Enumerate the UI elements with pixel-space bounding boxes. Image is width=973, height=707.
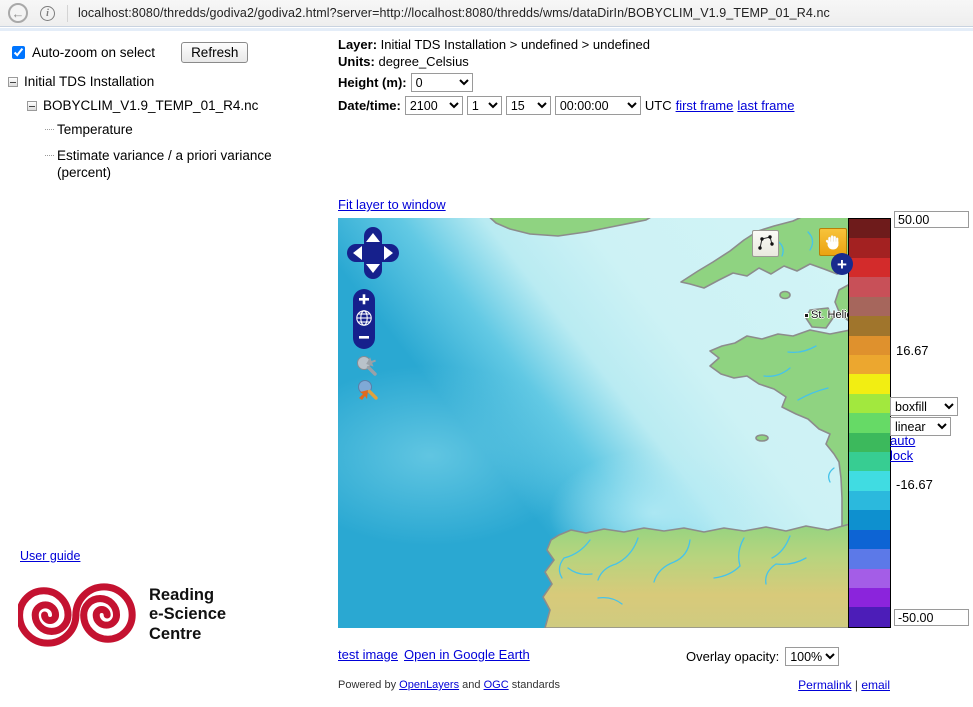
refresh-button[interactable]: Refresh <box>181 42 248 63</box>
colorbar-band <box>849 607 890 626</box>
scale-lower-label: -16.67 <box>896 477 933 492</box>
year-select[interactable]: 2100 <box>405 96 463 115</box>
day-select[interactable]: 15 <box>506 96 551 115</box>
colorbar-band <box>849 258 890 277</box>
colorbar-band <box>849 238 890 257</box>
polygon-draw-icon <box>755 233 776 254</box>
openlayers-link[interactable]: OpenLayers <box>399 679 459 691</box>
layer-info-panel: Layer: Initial TDS Installation > undefi… <box>338 37 794 117</box>
units-value: degree_Celsius <box>378 54 468 69</box>
email-link[interactable]: email <box>861 678 890 692</box>
colorbar-band <box>849 491 890 510</box>
ogc-link[interactable]: OGC <box>484 679 509 691</box>
tree-leaf-variance[interactable]: Estimate variance / a priori variance (p… <box>57 147 302 182</box>
month-select[interactable]: 1 <box>467 96 502 115</box>
colorbar-band <box>849 588 890 607</box>
colorbar-band <box>849 394 890 413</box>
resc-logo: Reading e-Science Centre <box>18 583 226 647</box>
colorbar-band <box>849 413 890 432</box>
collapse-icon[interactable] <box>8 77 18 87</box>
browser-toolbar: ← i localhost:8080/thredds/godiva2/godiv… <box>0 0 973 27</box>
palette-style-select[interactable]: boxfill <box>890 397 958 416</box>
hand-icon <box>823 232 843 252</box>
layer-label: Layer: <box>338 37 377 52</box>
colorbar-band <box>849 510 890 529</box>
place-label-st-helier: St. Helier <box>804 309 848 321</box>
permalink-row: Permalink | email <box>798 678 890 692</box>
toolbar-accent-strip <box>0 28 973 31</box>
colorbar-band <box>849 569 890 588</box>
utc-label: UTC <box>645 98 672 113</box>
map-viewport[interactable]: St. Helier <box>338 218 848 628</box>
test-image-link[interactable]: test image <box>338 647 398 662</box>
zoom-history-back-icon[interactable] <box>355 379 379 401</box>
colorbar-band <box>849 336 890 355</box>
height-select[interactable]: 0 <box>411 73 473 92</box>
open-google-earth-link[interactable]: Open in Google Earth <box>404 647 530 662</box>
colorbar-band <box>849 549 890 568</box>
colorbar-band <box>849 219 890 238</box>
autozoom-checkbox[interactable] <box>12 46 25 59</box>
colorbar-band <box>849 452 890 471</box>
zoom-control-icon[interactable] <box>352 288 376 350</box>
map-land-layer <box>338 218 848 628</box>
opacity-label: Overlay opacity: <box>686 649 779 664</box>
colorbar[interactable] <box>848 218 891 628</box>
permalink-link[interactable]: Permalink <box>798 678 851 692</box>
first-frame-link[interactable]: first frame <box>676 98 734 113</box>
tree-leaf-temperature[interactable]: Temperature <box>57 121 302 139</box>
scale-max-input[interactable] <box>894 211 969 228</box>
height-label: Height (m): <box>338 75 407 90</box>
resc-logo-text: Reading e-Science Centre <box>149 586 226 644</box>
dataset-tree: Initial TDS Installation BOBYCLIM_V1.9_T… <box>8 74 302 182</box>
zoom-history-forward-icon[interactable] <box>355 354 379 376</box>
colorbar-band <box>849 433 890 452</box>
last-frame-link[interactable]: last frame <box>737 98 794 113</box>
toolbar-divider <box>67 5 68 22</box>
opacity-select[interactable]: 100% <box>785 647 839 666</box>
layer-value: Initial TDS Installation > undefined > u… <box>381 37 650 52</box>
resc-spiral-icon <box>18 583 140 647</box>
colorbar-band <box>849 471 890 490</box>
auto-scale-link[interactable]: auto <box>890 433 915 448</box>
tree-dataset-label: BOBYCLIM_V1.9_TEMP_01_R4.nc <box>43 98 258 113</box>
fit-layer-link[interactable]: Fit layer to window <box>338 197 446 212</box>
colorbar-band <box>849 277 890 296</box>
page: ← i localhost:8080/thredds/godiva2/godiv… <box>0 0 973 707</box>
autozoom-label: Auto-zoom on select <box>32 45 155 60</box>
colorbar-band <box>849 530 890 549</box>
powered-by-text: Powered by OpenLayers and OGC standards <box>338 679 560 691</box>
units-label: Units: <box>338 54 375 69</box>
layer-switcher-button[interactable]: + <box>831 253 853 275</box>
datetime-label: Date/time: <box>338 98 401 113</box>
measure-tool-button[interactable] <box>752 230 779 257</box>
place-marker-icon <box>804 313 809 318</box>
scale-min-input[interactable] <box>894 609 969 626</box>
time-select[interactable]: 00:00:00 <box>555 96 641 115</box>
user-guide-link[interactable]: User guide <box>20 549 80 563</box>
pan-mode-button[interactable] <box>819 228 847 256</box>
scale-upper-label: 16.67 <box>896 343 929 358</box>
tree-node-root[interactable]: Initial TDS Installation <box>8 74 302 89</box>
page-info-icon[interactable]: i <box>40 6 55 21</box>
address-bar[interactable]: localhost:8080/thredds/godiva2/godiva2.h… <box>78 6 830 20</box>
tree-node-dataset[interactable]: BOBYCLIM_V1.9_TEMP_01_R4.nc <box>27 98 302 113</box>
tree-root-label: Initial TDS Installation <box>24 74 154 89</box>
collapse-icon[interactable] <box>27 101 37 111</box>
pan-control-icon[interactable] <box>346 226 400 280</box>
colorbar-band <box>849 316 890 335</box>
back-icon[interactable]: ← <box>8 3 28 23</box>
lock-scale-link[interactable]: lock <box>890 448 913 463</box>
colorbar-band <box>849 374 890 393</box>
colorbar-band <box>849 355 890 374</box>
colorbar-band <box>849 297 890 316</box>
